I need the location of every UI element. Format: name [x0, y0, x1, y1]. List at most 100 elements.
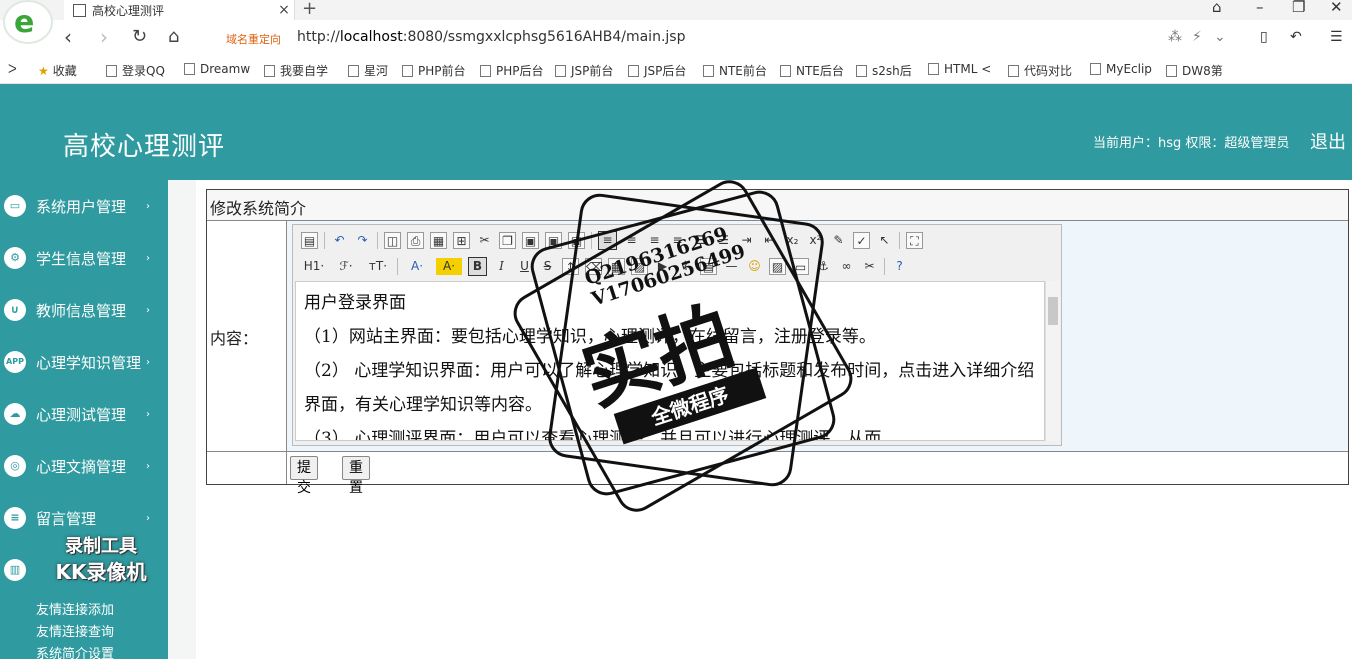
lightning-icon[interactable]: ⚡ [1192, 29, 1202, 45]
sidebar-item-tests[interactable]: ☁ 心理测试管理 › [0, 396, 168, 432]
minimize-icon[interactable]: – [1256, 0, 1264, 16]
flash-icon[interactable]: ▶ [654, 258, 671, 275]
quick-format-icon[interactable]: ✓ [853, 231, 870, 249]
emoticon-icon[interactable]: ☺ [746, 258, 763, 275]
close-tab-icon[interactable]: × [274, 2, 294, 18]
editor-scrollbar[interactable] [1045, 281, 1060, 441]
bookmark-item[interactable]: Dreamw [184, 62, 250, 76]
url-input[interactable]: http://localhost:8080/ssmgxxlcphsg5616AH… [297, 29, 685, 45]
editor-content-area[interactable]: 用户登录界面 （1）网站主界面：要包括心理学知识，心理测评，在线留言，注册登录等… [295, 281, 1045, 441]
sidebar-item-messages[interactable]: ≡ 留言管理 › [0, 500, 168, 536]
highlight-button[interactable]: A· [436, 257, 462, 275]
bookmark-item[interactable]: HTML < [928, 62, 991, 76]
refresh-icon[interactable]: ↻ [132, 26, 147, 47]
bookmark-item[interactable]: 登录QQ [106, 62, 165, 79]
heading-dropdown[interactable]: H1· [301, 258, 327, 275]
outdent-icon[interactable]: ⇤ [761, 232, 778, 249]
template-icon[interactable]: ▦ [430, 231, 447, 249]
bold-button[interactable]: B [468, 256, 487, 276]
align-left-icon[interactable]: ≡ [598, 230, 617, 250]
undo-icon[interactable]: ↶ [1290, 29, 1302, 45]
font-family-dropdown[interactable]: ℱ· [333, 258, 359, 275]
link-icon[interactable]: ∞ [838, 258, 855, 275]
superscript-icon[interactable]: x² [807, 232, 824, 249]
bookmark-item[interactable]: s2sh后 [856, 62, 912, 79]
bookmark-item[interactable]: ★ 收藏 [38, 62, 77, 79]
ordered-list-icon[interactable]: ☰ [692, 232, 709, 249]
bookmark-item[interactable]: PHP前台 [402, 62, 466, 79]
forward-icon[interactable]: › [100, 25, 108, 49]
sidebar-toggle-icon[interactable]: ᐳ [8, 62, 17, 76]
paste-text-icon[interactable]: ▣ [545, 231, 562, 249]
scrollbar-thumb[interactable] [1048, 297, 1058, 325]
back-icon[interactable]: ‹ [64, 25, 72, 49]
submit-button[interactable]: 提交 [290, 456, 318, 496]
source-icon[interactable]: ▤ [301, 231, 318, 249]
hr-icon[interactable]: — [723, 258, 740, 275]
bookmark-item[interactable]: DW8第 [1166, 62, 1223, 79]
font-color-button[interactable]: A· [404, 258, 430, 275]
cut-icon[interactable]: ✂ [476, 232, 493, 249]
sidebar-item-students[interactable]: ⚙ 学生信息管理 › [0, 240, 168, 276]
home-icon[interactable]: ⌂ [168, 26, 179, 47]
table-icon[interactable]: ▦ [608, 257, 625, 275]
bookmark-item[interactable]: 星河 [348, 62, 388, 79]
indent-icon[interactable]: ⇥ [738, 232, 755, 249]
print-icon[interactable]: ⎙ [407, 231, 424, 249]
clear-format-icon[interactable]: ✎ [830, 232, 847, 249]
shirt-icon[interactable]: ⌂ [1212, 0, 1222, 16]
code-icon[interactable]: ⊞ [453, 231, 470, 249]
sidebar-item-knowledge[interactable]: APP 心理学知识管理 › [0, 344, 168, 380]
pagebreak-icon[interactable]: ▭ [792, 257, 809, 275]
align-justify-icon[interactable]: ≡ [669, 232, 686, 249]
subscript-icon[interactable]: x₂ [784, 232, 801, 249]
browser-tab[interactable]: 高校心理测评 × [64, 0, 295, 20]
reset-button[interactable]: 重置 [342, 456, 370, 496]
chevron-down-icon[interactable]: ⌄ [1214, 29, 1226, 45]
bookmark-item[interactable]: 我要自学 [264, 62, 328, 79]
bookmark-item[interactable]: 代码对比 [1008, 62, 1072, 79]
sidebar-subitem-link-query[interactable]: 友情连接查询 [36, 621, 114, 640]
reader-icon[interactable]: ▯ [1260, 29, 1268, 45]
underline-button[interactable]: U [516, 258, 533, 275]
sidebar-subitem-link-add[interactable]: 友情连接添加 [36, 599, 114, 618]
bookmark-item[interactable]: MyEclip [1090, 62, 1152, 76]
restore-icon[interactable]: ❐ [1292, 0, 1305, 16]
bookmark-item[interactable]: NTE后台 [780, 62, 844, 79]
select-all-icon[interactable]: ↖ [876, 232, 893, 249]
unordered-list-icon[interactable]: ☰ [715, 232, 732, 249]
sidebar-item-system-users[interactable]: ▭ 系统用户管理 › [0, 188, 168, 224]
logout-link[interactable]: 退出 [1310, 128, 1346, 154]
align-center-icon[interactable]: ≡ [623, 232, 640, 249]
help-icon[interactable]: ? [891, 258, 908, 275]
bookmark-item[interactable]: PHP后台 [480, 62, 544, 79]
undo-icon[interactable]: ↶ [331, 232, 348, 249]
image-upload-icon[interactable]: ▨ [769, 257, 786, 275]
italic-button[interactable]: I [493, 258, 510, 275]
grid-icon[interactable]: ⁂ [1168, 29, 1182, 45]
copy-icon[interactable]: ❐ [499, 231, 516, 249]
sidebar-subitem-intro-settings[interactable]: 系统简介设置 [36, 643, 114, 662]
align-right-icon[interactable]: ≡ [646, 232, 663, 249]
insert-table-icon[interactable]: ▤ [700, 257, 717, 275]
paste-icon[interactable]: ▣ [522, 231, 539, 249]
line-height-icon[interactable]: ↕ [562, 257, 579, 275]
image-icon[interactable]: ▨ [631, 257, 648, 275]
anchor-icon[interactable]: ⚓ [815, 258, 832, 275]
sidebar-item-teachers[interactable]: ∪ 教师信息管理 › [0, 292, 168, 328]
unlink-icon[interactable]: ✂ [861, 258, 878, 275]
bookmark-item[interactable]: JSP前台 [555, 62, 613, 79]
fullscreen-icon[interactable]: ⛶ [906, 231, 923, 249]
strikethrough-icon[interactable]: S̶ [539, 258, 556, 275]
menu-icon[interactable]: ☰ [1330, 29, 1343, 45]
bookmark-item[interactable]: NTE前台 [703, 62, 767, 79]
font-size-dropdown[interactable]: тT· [365, 258, 391, 275]
new-tab-button[interactable]: + [302, 0, 317, 19]
paste-word-icon[interactable]: ▣ [568, 231, 585, 249]
attachment-icon[interactable]: ⌇ [677, 258, 694, 275]
bookmark-item[interactable]: JSP后台 [628, 62, 686, 79]
sidebar-item-digest[interactable]: ◎ 心理文摘管理 › [0, 448, 168, 484]
remove-format-icon[interactable]: ⌫ [585, 257, 603, 275]
redo-icon[interactable]: ↷ [354, 232, 371, 249]
preview-icon[interactable]: ◫ [384, 231, 401, 249]
